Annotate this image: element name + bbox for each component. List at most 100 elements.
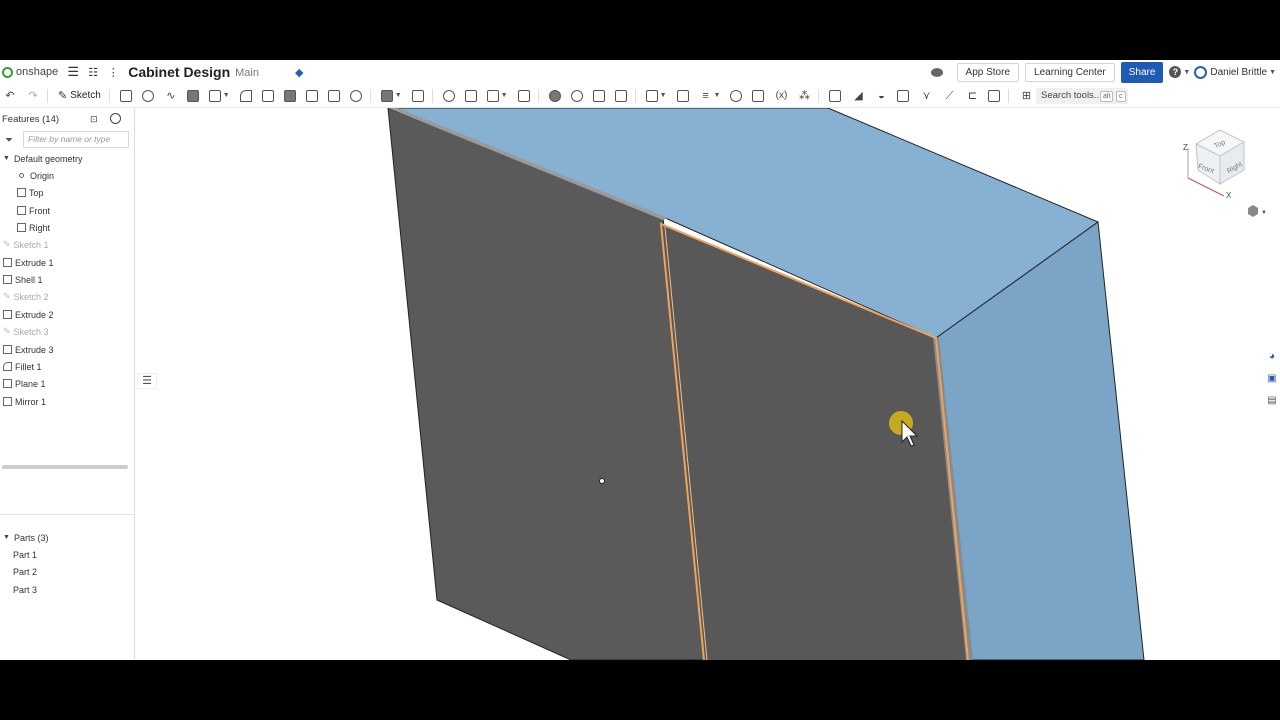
hamburger-menu-icon[interactable]: ☰ [66, 64, 80, 80]
sketch-button[interactable]: ✎ Sketch [58, 89, 101, 102]
pattern-icon[interactable] [486, 89, 499, 102]
app-store-button[interactable]: App Store [956, 62, 1020, 82]
thicken-icon[interactable] [208, 89, 221, 102]
graphics-viewport[interactable]: Top Front Right Z X ▼ [136, 108, 1280, 660]
tree-item-shell-1[interactable]: Shell 1 [0, 271, 130, 288]
chevron-down-icon[interactable]: ▼ [501, 92, 508, 99]
tree-item-front-plane[interactable]: Front [0, 202, 130, 219]
shell-icon[interactable] [327, 89, 340, 102]
tree-item-top-plane[interactable]: Top [0, 184, 130, 201]
chevron-down-icon[interactable]: ▼ [223, 92, 230, 99]
bridging-curve-icon[interactable]: ⊏ [966, 90, 978, 102]
split-icon[interactable] [411, 89, 424, 102]
tree-item-origin[interactable]: Origin [0, 167, 130, 184]
onshape-logo[interactable]: onshape [2, 66, 58, 78]
appearance-panel-icon[interactable]: ◕ [1265, 351, 1279, 365]
revolve-icon[interactable] [141, 89, 154, 102]
panel-divider[interactable] [0, 514, 135, 515]
rib-icon[interactable] [305, 89, 318, 102]
chamfer-icon[interactable] [261, 89, 274, 102]
document-title[interactable]: Cabinet Design [128, 64, 230, 80]
search-tools-input[interactable]: Search tools... alt c [1036, 88, 1128, 104]
custom-feature-add-icon[interactable]: ⊞ [1020, 90, 1032, 102]
chevron-down-icon[interactable]: ▼ [3, 534, 10, 541]
branch-name[interactable]: Main [235, 67, 259, 79]
part-item-3[interactable]: Part 3 [0, 581, 130, 598]
redo-icon[interactable]: ↷ [27, 90, 39, 102]
view-options-cube-icon[interactable] [1248, 205, 1258, 217]
rollback-clock-icon[interactable] [110, 113, 121, 124]
undo-icon[interactable]: ↶ [4, 90, 16, 102]
user-menu-chevron-icon[interactable]: ▼ [1269, 69, 1276, 76]
tree-item-sketch-3[interactable]: ✎ Sketch 3 [0, 323, 130, 340]
transform-icon[interactable] [464, 89, 477, 102]
tree-item-extrude-1[interactable]: Extrude 1 [0, 254, 130, 271]
fillet-icon[interactable] [239, 89, 252, 102]
part-item-2[interactable]: Part 2 [0, 563, 130, 580]
sweep-icon[interactable]: ∿ [165, 90, 177, 102]
tree-item-extrude-3[interactable]: Extrude 3 [0, 341, 130, 358]
feature-list-icon[interactable]: ☷ [86, 66, 100, 79]
tree-item-mirror-1[interactable]: Mirror 1 [0, 393, 130, 410]
loft-icon[interactable] [186, 89, 199, 102]
boolean-icon[interactable] [442, 89, 455, 102]
view-options-chevron-icon[interactable]: ▼ [1261, 210, 1267, 216]
add-folder-icon[interactable]: ⊡ [90, 114, 98, 125]
gusset-icon[interactable] [676, 89, 689, 102]
tree-item-sketch-1[interactable]: ✎ Sketch 1 [0, 236, 130, 253]
draft-icon[interactable] [283, 89, 296, 102]
tab-icon[interactable] [614, 89, 627, 102]
feature-filter-input[interactable]: Filter by name or type [23, 131, 129, 148]
help-icon[interactable]: ? [1169, 66, 1182, 78]
tree-item-fillet-1[interactable]: Fillet 1 [0, 358, 130, 375]
feature-panel-toggle-icon[interactable]: ☰ [137, 373, 157, 389]
default-geometry-folder[interactable]: ▼ Default geometry [0, 150, 130, 167]
delete-part-icon[interactable] [517, 89, 530, 102]
tree-item-extrude-2[interactable]: Extrude 2 [0, 306, 130, 323]
insert-icon[interactable]: ⋮ [106, 66, 120, 79]
cut-list-icon[interactable]: ≡ [700, 90, 712, 102]
learning-center-button[interactable]: Learning Center [1025, 62, 1115, 82]
configure-icon[interactable]: ⁂ [798, 90, 810, 102]
measure-icon[interactable] [730, 89, 743, 102]
share-button[interactable]: Share [1120, 61, 1164, 83]
replace-face-icon[interactable] [829, 89, 842, 102]
view-cube[interactable]: Top Front Right Z X ▼ [1183, 129, 1267, 217]
model-render[interactable]: Top Front Right Z X ▼ [136, 108, 1280, 660]
chevron-down-icon[interactable]: ▼ [395, 92, 402, 99]
filter-icon[interactable]: ⏷ [5, 135, 13, 146]
extrude-icon[interactable] [119, 89, 132, 102]
chevron-down-icon[interactable]: ▼ [3, 155, 10, 162]
wrap-icon[interactable] [897, 89, 910, 102]
comments-icon[interactable] [930, 67, 943, 77]
tree-item-right-plane[interactable]: Right [0, 219, 130, 236]
flange-icon[interactable] [570, 89, 583, 102]
chevron-down-icon[interactable]: ▼ [660, 92, 667, 99]
chevron-down-icon[interactable]: ▼ [714, 92, 721, 99]
move-face-icon[interactable]: ◢ [852, 90, 864, 102]
tree-item-sketch-2[interactable]: ✎ Sketch 2 [0, 288, 130, 305]
frame-icon[interactable] [645, 89, 658, 102]
chevron-down-icon[interactable]: ▼ [1183, 69, 1190, 76]
tree-item-plane-1[interactable]: Plane 1 [0, 375, 130, 392]
curve-icon[interactable]: ⟋ [943, 90, 955, 102]
part-item-1[interactable]: Part 1 [0, 546, 130, 563]
offset-surface-icon[interactable]: ◒ [875, 90, 887, 102]
extrude-icon [3, 258, 12, 267]
mate-connector-icon[interactable] [752, 89, 765, 102]
route-icon[interactable]: ⋎ [920, 90, 932, 102]
feature-list-scrollbar[interactable] [2, 465, 128, 469]
parts-folder[interactable]: ▼ Parts (3) [0, 529, 130, 546]
configurations-panel-icon[interactable]: ▤ [1265, 395, 1279, 409]
hole-icon[interactable] [349, 89, 362, 102]
hem-icon[interactable] [592, 89, 605, 102]
version-graph-icon[interactable]: ◆ [295, 66, 303, 79]
sheet-metal-icon[interactable] [548, 89, 561, 102]
plane-icon[interactable] [380, 89, 393, 102]
user-name[interactable]: Daniel Brittle [1210, 67, 1267, 78]
user-avatar-icon[interactable] [1194, 65, 1208, 79]
toolbar-divider [369, 88, 371, 103]
isocline-icon[interactable] [988, 89, 1001, 102]
parts-panel-icon[interactable]: ▣ [1265, 373, 1279, 387]
variable-icon[interactable]: (x) [775, 90, 788, 102]
